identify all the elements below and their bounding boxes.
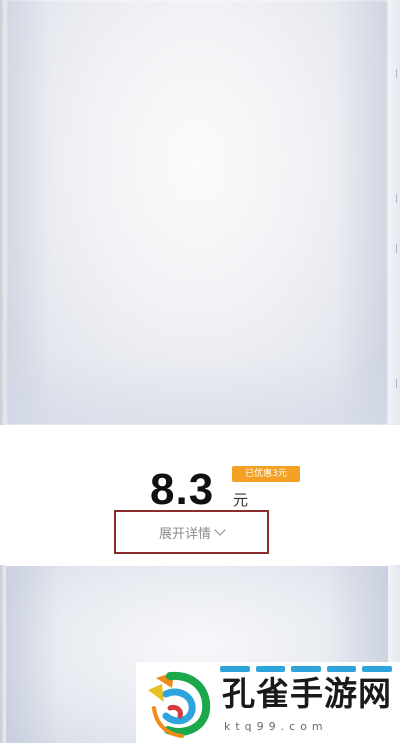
edge-mark: | xyxy=(394,379,398,389)
screen-right-edge: | | | | xyxy=(388,0,400,743)
watermark-site: ktq99.com xyxy=(224,720,328,733)
blurred-product-image xyxy=(6,0,388,425)
peacock-logo-icon xyxy=(144,668,218,740)
chevron-down-icon xyxy=(214,523,226,536)
edge-mark: | xyxy=(394,69,398,79)
watermark-top-bars xyxy=(220,664,392,674)
discount-badge: 已优惠3元 xyxy=(232,466,300,482)
expand-details-label: 展开详情 xyxy=(158,526,211,542)
watermark-brand: 孔雀手游网 xyxy=(222,674,392,713)
edge-mark: | xyxy=(394,244,398,254)
price-currency-unit: 元 xyxy=(233,491,249,509)
edge-mark: | xyxy=(394,194,398,204)
price-value: 8.3 xyxy=(150,465,215,514)
expand-details-button[interactable]: 展开详情 xyxy=(114,510,269,554)
watermark: 孔雀手游网 ktq99.com xyxy=(136,662,400,743)
